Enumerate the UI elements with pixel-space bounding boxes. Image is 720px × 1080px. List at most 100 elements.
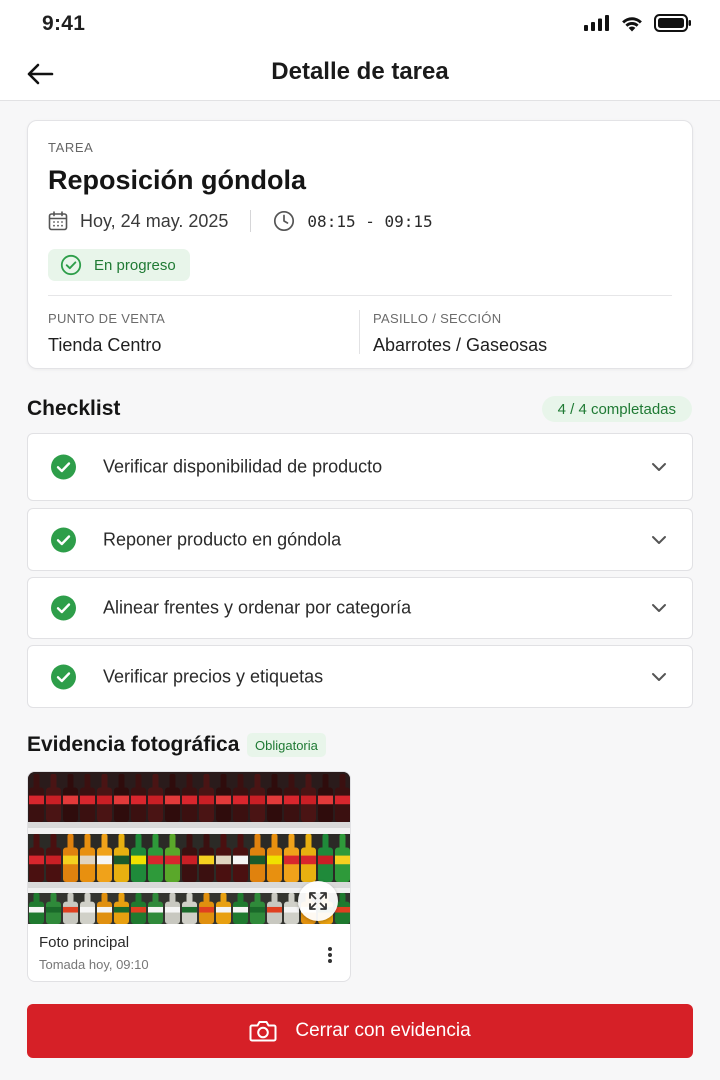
- bottle-label: [318, 855, 333, 865]
- bottle-label: [29, 855, 44, 865]
- aisle-section: PASILLO / SECCIÓN Abarrotes / Gaseosas: [373, 311, 547, 356]
- bottle: [80, 847, 95, 882]
- bottle: [63, 847, 78, 882]
- bottle: [165, 787, 180, 822]
- bottle-neck: [50, 893, 57, 903]
- status-badge-label: En progreso: [94, 256, 176, 274]
- photo-card[interactable]: Foto principal Tomada hoy, 09:10: [27, 771, 351, 982]
- bottle: [267, 847, 282, 882]
- bottle: [46, 787, 61, 822]
- bottle-label: [233, 795, 248, 805]
- bottle-label: [148, 906, 163, 913]
- bottle: [97, 901, 112, 924]
- bottle: [97, 787, 112, 822]
- bottle-neck: [237, 893, 244, 903]
- photo-thumbnail[interactable]: [28, 772, 350, 924]
- expand-photo-button[interactable]: [298, 881, 338, 921]
- bottle-neck: [152, 774, 159, 790]
- bottle: [131, 787, 146, 822]
- chevron-down-icon[interactable]: [650, 531, 668, 549]
- chevron-down-icon[interactable]: [650, 458, 668, 476]
- photo-timestamp: Tomada hoy, 09:10: [39, 957, 149, 972]
- bottle-label: [148, 855, 163, 865]
- bottle: [182, 787, 197, 822]
- bottle-neck: [135, 834, 142, 850]
- bottle: [29, 787, 44, 822]
- app-header: Detalle de tarea: [0, 48, 720, 101]
- bottle: [335, 847, 350, 882]
- bottle-neck: [84, 834, 91, 850]
- bottle: [63, 901, 78, 924]
- bottle: [233, 847, 248, 882]
- close-with-evidence-button[interactable]: Cerrar con evidencia: [27, 1004, 693, 1058]
- checklist-item[interactable]: Verificar disponibilidad de producto: [27, 433, 693, 501]
- task-meta: Hoy, 24 may. 2025 08:15 - 09:15: [48, 209, 433, 233]
- bottle-neck: [118, 774, 125, 790]
- bottle-neck: [186, 834, 193, 850]
- bottle: [165, 901, 180, 924]
- bottle-neck: [254, 774, 261, 790]
- location-separator: [359, 310, 360, 354]
- bottle: [284, 787, 299, 822]
- bottle-label: [80, 795, 95, 805]
- bottle-label: [97, 906, 112, 913]
- bottle-neck: [271, 774, 278, 790]
- bottle-neck: [288, 834, 295, 850]
- bottle-label: [29, 906, 44, 913]
- bottle-neck: [33, 834, 40, 850]
- bottle-label: [216, 795, 231, 805]
- chevron-down-icon[interactable]: [650, 599, 668, 617]
- bottle: [29, 901, 44, 924]
- bottle-label: [63, 795, 78, 805]
- bottle-label: [131, 855, 146, 865]
- bottle-label: [301, 855, 316, 865]
- bottle-label: [165, 795, 180, 805]
- bottle-label: [335, 795, 350, 805]
- bottle: [267, 901, 282, 924]
- bottle-label: [114, 906, 129, 913]
- meta-separator: [250, 210, 252, 232]
- bottle-label: [114, 855, 129, 865]
- task-time-start: 08:15: [307, 211, 356, 231]
- wifi-icon: [622, 16, 642, 31]
- checklist-item[interactable]: Alinear frentes y ordenar por categoría: [27, 577, 693, 639]
- bottle-neck: [152, 893, 159, 903]
- check-circle-filled-icon: [51, 527, 76, 552]
- aisle-section-value: Abarrotes / Gaseosas: [373, 335, 548, 355]
- task-card: TAREA Reposición góndola Hoy, 24 may. 20…: [27, 120, 693, 369]
- bottle-label: [80, 906, 95, 913]
- bottle-label: [182, 795, 197, 805]
- bottle-neck: [84, 774, 91, 790]
- task-time-end: 09:15: [384, 211, 433, 231]
- bottle-neck: [118, 893, 125, 903]
- checklist-item[interactable]: Verificar precios y etiquetas: [27, 645, 693, 708]
- status-icons: [584, 14, 692, 32]
- bottle-label: [46, 906, 61, 913]
- bottle: [182, 901, 197, 924]
- bottle-label: [182, 906, 197, 913]
- checklist-count-badge: 4 / 4 completadas: [541, 396, 692, 422]
- bottle-neck: [118, 834, 125, 850]
- bottle-label: [46, 855, 61, 865]
- bottle-neck: [271, 834, 278, 850]
- bottle-neck: [203, 893, 210, 903]
- more-options-button[interactable]: [322, 944, 338, 966]
- check-circle-icon: [60, 254, 82, 276]
- close-with-evidence-label: Cerrar con evidencia: [295, 1020, 471, 1041]
- bottle-neck: [220, 893, 227, 903]
- point-of-sale-value: Tienda Centro: [48, 335, 162, 355]
- bottle: [284, 901, 299, 924]
- bottle-neck: [237, 774, 244, 790]
- bottle-neck: [169, 774, 176, 790]
- bottle: [250, 901, 265, 924]
- bottle-neck: [220, 774, 227, 790]
- expand-icon: [309, 892, 327, 910]
- chevron-down-icon[interactable]: [650, 668, 668, 686]
- checklist-item[interactable]: Reponer producto en góndola: [27, 508, 693, 571]
- task-time-separator: -: [365, 211, 375, 231]
- evidence-title: Evidencia fotográfica: [27, 733, 240, 756]
- bottle-neck: [50, 834, 57, 850]
- bottle-label: [182, 855, 197, 865]
- bottle: [267, 787, 282, 822]
- required-badge: Obligatoria: [247, 733, 326, 757]
